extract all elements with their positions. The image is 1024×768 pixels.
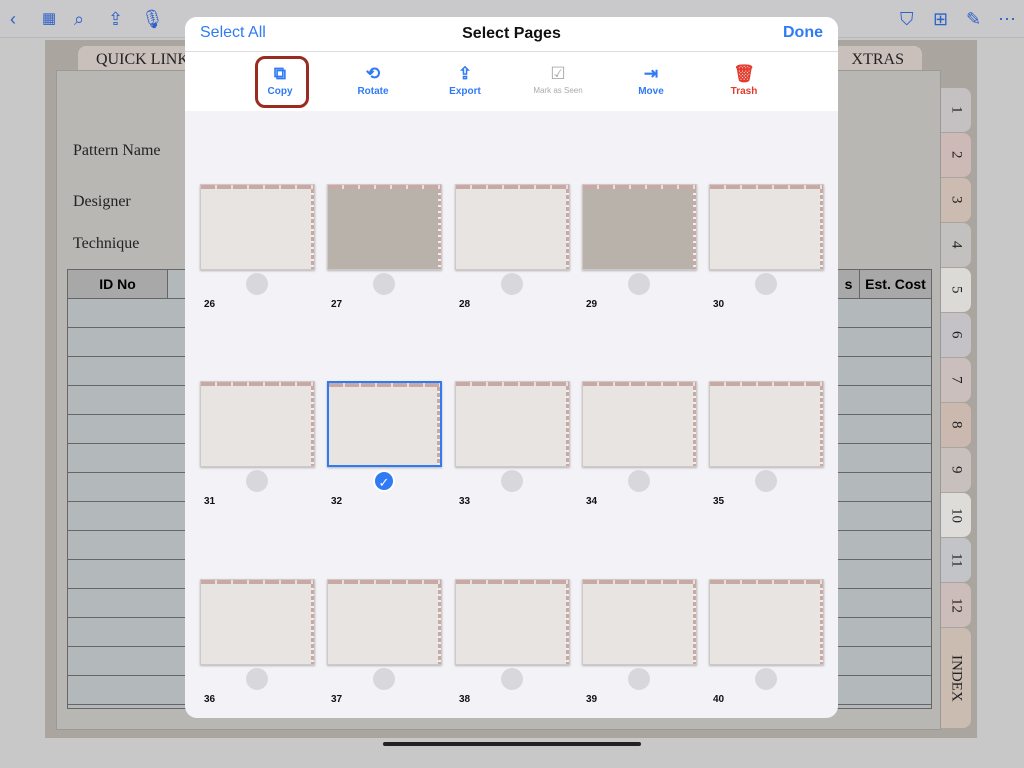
table-header: ID No: [68, 270, 168, 298]
side-tab-2[interactable]: 2: [941, 133, 971, 177]
side-tab-10[interactable]: 10: [941, 493, 971, 537]
side-tab-5[interactable]: 5: [941, 268, 971, 312]
table-header: Est. Cost: [860, 270, 931, 298]
search-icon[interactable]: ⌕: [74, 9, 84, 29]
field-label: Technique: [73, 235, 140, 252]
page-number: 36: [204, 694, 216, 705]
side-tab-11[interactable]: 11: [941, 538, 971, 582]
loading-spinner-icon: [373, 273, 395, 295]
rotate-button[interactable]: ⟲ Rotate: [338, 64, 408, 97]
side-tab-4[interactable]: 4: [941, 223, 971, 267]
page-number: 39: [586, 694, 598, 705]
loading-spinner-icon: [246, 273, 268, 295]
selected-check-icon: ✓: [373, 470, 395, 492]
page-number: 40: [713, 694, 725, 705]
loading-spinner-icon: [501, 470, 523, 492]
page-thumbnail[interactable]: [200, 184, 315, 270]
page-number: 28: [459, 299, 471, 310]
dialog-header: Select All Select Pages Done: [185, 17, 838, 51]
page-number: 29: [586, 299, 598, 310]
page-number: 31: [204, 496, 216, 507]
page-thumbnail[interactable]: [327, 381, 442, 467]
done-button[interactable]: Done: [783, 24, 823, 42]
table-header: s: [838, 270, 860, 298]
side-tab-1[interactable]: 1: [941, 88, 971, 132]
microphone-icon[interactable]: 🎙: [141, 9, 164, 29]
grid-icon[interactable]: ▦: [42, 9, 56, 29]
dialog-title: Select Pages: [462, 25, 561, 42]
loading-spinner-icon: [755, 668, 777, 690]
copy-highlight: [255, 56, 309, 108]
export-icon: ⇪: [457, 64, 473, 83]
page-thumbnail[interactable]: [582, 381, 697, 467]
loading-spinner-icon: [246, 668, 268, 690]
export-button[interactable]: ⇪ Export: [430, 64, 500, 97]
side-tab-9[interactable]: 9: [941, 448, 971, 492]
field-label: Designer: [73, 193, 131, 210]
page-thumbnail[interactable]: [582, 184, 697, 270]
page-thumbnail[interactable]: [327, 184, 442, 270]
page-number: 30: [713, 299, 725, 310]
loading-spinner-icon: [628, 470, 650, 492]
page-thumbnail[interactable]: [455, 579, 570, 665]
share-icon[interactable]: ⇪: [108, 9, 123, 29]
page-thumbnail[interactable]: [327, 579, 442, 665]
rotate-icon: ⟲: [365, 64, 381, 83]
loading-spinner-icon: [628, 273, 650, 295]
side-tab-index[interactable]: INDEX: [941, 628, 971, 728]
page-number: 33: [459, 496, 471, 507]
trash-icon: 🗑: [733, 64, 755, 83]
add-page-icon[interactable]: ⊞: [933, 9, 948, 29]
loading-spinner-icon: [501, 273, 523, 295]
loading-spinner-icon: [755, 470, 777, 492]
page-thumbnail[interactable]: [455, 184, 570, 270]
side-tab-8[interactable]: 8: [941, 403, 971, 447]
page-thumbnail[interactable]: [709, 579, 824, 665]
move-icon: ⇥: [643, 64, 659, 83]
side-tab-7[interactable]: 7: [941, 358, 971, 402]
back-icon[interactable]: ‹: [10, 9, 16, 29]
select-pages-dialog: Select All Select Pages Done ⧉ Copy ⟲ Rota…: [185, 17, 838, 718]
side-tab-12[interactable]: 12: [941, 583, 971, 627]
page-number: 27: [331, 299, 343, 310]
page-thumbnail[interactable]: [582, 579, 697, 665]
field-label: Pattern Name: [73, 142, 161, 159]
move-button[interactable]: ⇥ Move: [616, 64, 686, 97]
loading-spinner-icon: [373, 668, 395, 690]
page-number: 26: [204, 299, 216, 310]
side-tab-6[interactable]: 6: [941, 313, 971, 357]
trash-button[interactable]: 🗑 Trash: [709, 64, 779, 97]
page-thumbnail[interactable]: [709, 184, 824, 270]
page-number: 35: [713, 496, 725, 507]
loading-spinner-icon: [755, 273, 777, 295]
page-thumbnail[interactable]: [709, 381, 824, 467]
page-thumbnail[interactable]: [200, 381, 315, 467]
home-indicator[interactable]: [383, 742, 641, 746]
more-icon[interactable]: ⋯: [998, 9, 1016, 29]
page-number: 38: [459, 694, 471, 705]
page-number: 37: [331, 694, 343, 705]
loading-spinner-icon: [501, 668, 523, 690]
loading-spinner-icon: [628, 668, 650, 690]
side-tab-3[interactable]: 3: [941, 178, 971, 222]
page-thumbnail[interactable]: [455, 381, 570, 467]
page-number: 32: [331, 496, 343, 507]
page-number: 34: [586, 496, 598, 507]
mark-as-seen-button[interactable]: ☑ Mark as Seen: [523, 64, 593, 95]
checkbox-icon: ☑: [550, 64, 566, 83]
bookmark-icon[interactable]: ⛉: [900, 9, 914, 29]
page-thumbnail[interactable]: [200, 579, 315, 665]
loading-spinner-icon: [246, 470, 268, 492]
pen-icon[interactable]: ✎: [966, 9, 981, 29]
